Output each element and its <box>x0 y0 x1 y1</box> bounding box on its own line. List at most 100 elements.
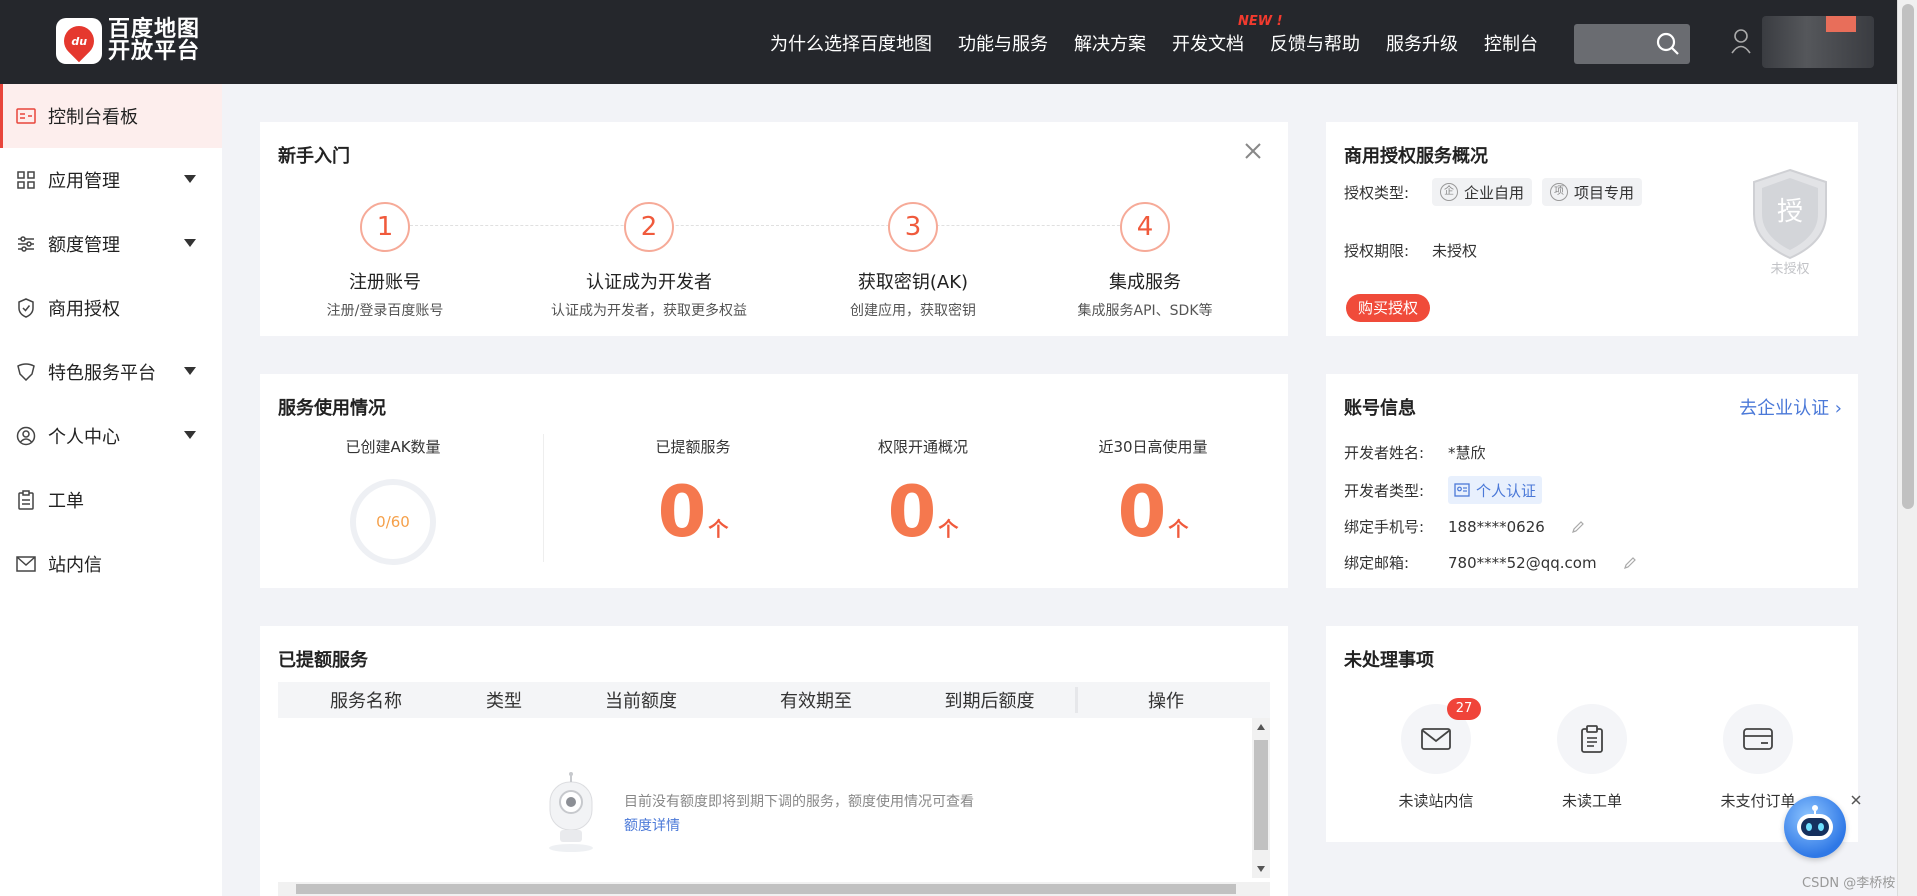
license-period-value: 未授权 <box>1432 242 1478 260</box>
sidebar-item-commercial-license[interactable]: 商用授权 <box>0 276 222 340</box>
step-title: 注册账号 <box>349 272 421 293</box>
nav-docs[interactable]: 开发文档 NEW ! <box>1172 14 1283 56</box>
caret-down-icon[interactable] <box>184 367 196 375</box>
step-get-ak[interactable]: 3 获取密钥(AK) 创建应用，获取密钥 <box>803 202 1023 320</box>
sidebar-item-tickets[interactable]: 工单 <box>0 468 222 532</box>
edit-icon[interactable] <box>1623 556 1637 570</box>
col-valid-until[interactable]: 有效期至 <box>728 687 904 713</box>
sidebar-item-messages[interactable]: 站内信 <box>0 532 222 596</box>
stat-label: 已提额服务 <box>655 438 731 456</box>
pending-items-title: 未处理事项 <box>1344 650 1434 671</box>
ak-count-ring: 0/60 <box>350 479 436 565</box>
unread-count-badge: 27 <box>1447 698 1481 720</box>
nav-console[interactable]: 控制台 <box>1484 30 1538 56</box>
col-service-name[interactable]: 服务名称 <box>278 687 454 713</box>
step-title: 集成服务 <box>1109 272 1181 293</box>
sidebar-item-dashboard[interactable]: 控制台看板 <box>0 84 222 148</box>
grid-icon <box>16 170 36 190</box>
nav-features[interactable]: 功能与服务 <box>958 30 1048 56</box>
shield-check-icon <box>16 298 36 318</box>
step-title: 认证成为开发者 <box>586 272 712 293</box>
nav-upgrade[interactable]: 服务升级 <box>1386 30 1458 56</box>
scroll-up-arrow-icon[interactable] <box>1257 724 1265 730</box>
step-title: 获取密钥(AK) <box>857 272 969 293</box>
enterprise-verify-link[interactable]: 去企业认证 › <box>1739 394 1842 420</box>
high-usage-stat[interactable]: 近30日高使用量 0个 <box>1053 436 1253 564</box>
sidebar-item-app-management[interactable]: 应用管理 <box>0 148 222 212</box>
permission-stat[interactable]: 权限开通概况 0个 <box>823 436 1023 564</box>
col-type[interactable]: 类型 <box>454 687 554 713</box>
new-tag: NEW ! <box>1238 14 1283 29</box>
id-card-icon <box>1454 483 1470 497</box>
col-actions[interactable]: 操作 <box>1078 687 1254 713</box>
chevron-right-icon: › <box>1829 398 1842 419</box>
step-number: 2 <box>624 202 674 252</box>
todo-icon-circle: 27 <box>1401 698 1481 774</box>
developer-type-row: 开发者类型: 个人认证 <box>1344 476 1543 504</box>
mail-icon <box>16 554 36 574</box>
sidebar-item-personal-center[interactable]: 个人中心 <box>0 404 222 468</box>
col-after-expiry[interactable]: 到期后额度 <box>904 687 1078 713</box>
raised-services-title: 已提额服务 <box>278 650 368 671</box>
edit-icon[interactable] <box>1571 520 1585 534</box>
nav-why-baidu[interactable]: 为什么选择百度地图 <box>770 30 932 56</box>
quota-details-link[interactable]: 额度详情 <box>624 814 974 838</box>
clipboard-icon <box>16 490 36 510</box>
logo-text-line1: 百度地图 <box>108 17 201 42</box>
baidu-map-logo[interactable]: du 百度地图 开放平台 <box>56 18 200 64</box>
todo-unread-tickets[interactable]: 未读工单 <box>1522 704 1662 811</box>
search-input[interactable] <box>1574 24 1690 64</box>
step-developer-verify[interactable]: 2 认证成为开发者 认证成为开发者，获取更多权益 <box>539 202 759 320</box>
page-scrollbar-thumb[interactable] <box>1902 4 1914 509</box>
buy-license-button[interactable]: 购买授权 <box>1346 294 1431 322</box>
col-current-quota[interactable]: 当前额度 <box>554 687 728 713</box>
seal-char: 授 <box>1777 197 1803 227</box>
pending-items-card: 未处理事项 27 未读站内信 未读工单 未支付订单 <box>1326 626 1858 842</box>
close-icon[interactable] <box>1244 142 1262 160</box>
caret-down-icon[interactable] <box>184 175 196 183</box>
step-register[interactable]: 1 注册账号 注册/登录百度账号 <box>275 202 495 320</box>
page-scrollbar[interactable] <box>1897 0 1917 896</box>
user-icon[interactable] <box>1730 28 1752 54</box>
nav-docs-label: 开发文档 <box>1172 34 1244 55</box>
license-card: 商用授权服务概况 授权类型: 企企业自用 项项目专用 授权期限: 未授权 购买授… <box>1326 122 1858 336</box>
todo-icon-circle <box>1557 704 1627 774</box>
table-hscroll[interactable] <box>278 882 1270 896</box>
stat-value: 0个 <box>593 477 793 564</box>
onboarding-card: 新手入门 1 注册账号 注册/登录百度账号 2 认证成为开发者 认证成为开发者，… <box>260 122 1288 336</box>
scroll-down-arrow-icon[interactable] <box>1257 866 1265 872</box>
row-value: 188****0626 <box>1448 517 1545 536</box>
sidebar-item-label: 个人中心 <box>48 427 120 448</box>
todo-unpaid-orders[interactable]: 未支付订单 <box>1688 704 1828 811</box>
table-vscroll-thumb[interactable] <box>1254 740 1268 850</box>
robot-face-icon <box>1797 805 1833 840</box>
sidebar-item-quota-management[interactable]: 额度管理 <box>0 212 222 276</box>
raised-services-card: 已提额服务 服务名称 类型 当前额度 有效期至 到期后额度 操作 目前没有额度即… <box>260 626 1288 896</box>
license-type-label: 授权类型: <box>1344 183 1410 202</box>
step-desc: 集成服务API、SDK等 <box>1077 303 1213 319</box>
step-integrate[interactable]: 4 集成服务 集成服务API、SDK等 <box>1035 202 1255 320</box>
sliders-icon <box>16 234 36 254</box>
sidebar-item-label: 商用授权 <box>48 299 120 320</box>
nav-solutions[interactable]: 解决方案 <box>1074 30 1146 56</box>
table-vscroll[interactable] <box>1252 718 1270 878</box>
project-icon: 项 <box>1550 183 1569 201</box>
close-assistant-icon[interactable] <box>1850 794 1862 806</box>
todo-unread-messages[interactable]: 27 未读站内信 <box>1366 698 1506 811</box>
step-number: 1 <box>360 202 410 252</box>
license-type-project[interactable]: 项项目专用 <box>1542 178 1643 206</box>
raised-service-stat[interactable]: 已提额服务 0个 <box>593 436 793 564</box>
tag-icon <box>16 362 36 382</box>
caret-down-icon[interactable] <box>184 239 196 247</box>
table-hscroll-thumb[interactable] <box>296 884 1236 894</box>
nav-feedback[interactable]: 反馈与帮助 <box>1270 30 1360 56</box>
search-icon[interactable] <box>1656 32 1680 56</box>
user-avatar[interactable] <box>1762 16 1874 68</box>
table-empty-state: 目前没有额度即将到期下调的服务，额度使用情况可查看 额度详情 <box>536 772 974 856</box>
license-type-enterprise[interactable]: 企企业自用 <box>1432 178 1533 206</box>
stat-label: 权限开通概况 <box>877 438 968 456</box>
caret-down-icon[interactable] <box>184 431 196 439</box>
license-title: 商用授权服务概况 <box>1344 146 1488 167</box>
sidebar-item-featured-services[interactable]: 特色服务平台 <box>0 340 222 404</box>
assistant-robot-button[interactable] <box>1784 796 1846 858</box>
